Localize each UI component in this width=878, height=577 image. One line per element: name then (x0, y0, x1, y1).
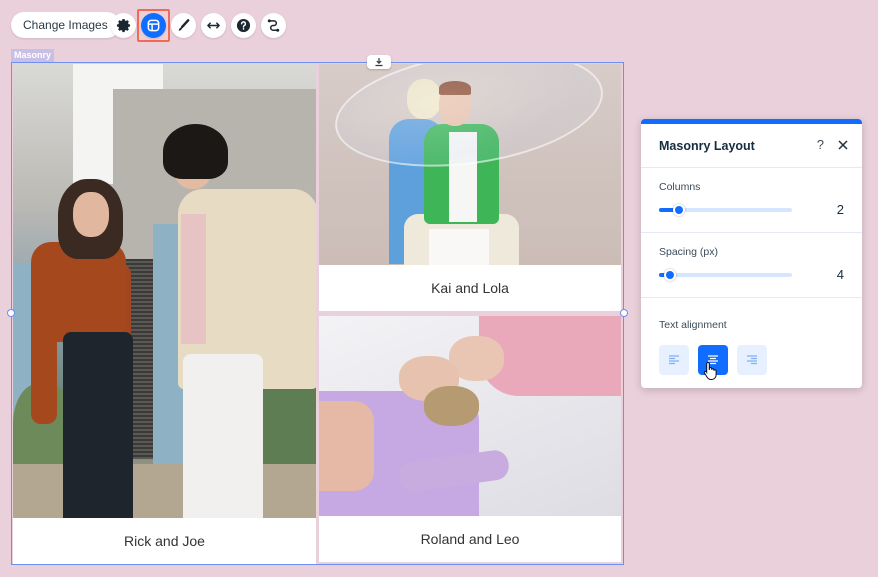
close-icon[interactable] (836, 138, 850, 152)
gallery-caption: Rick and Joe (124, 533, 205, 549)
settings-button[interactable] (111, 13, 136, 38)
masonry-gallery[interactable]: Rick and Joe Kai and Lola Roland and Leo (11, 62, 624, 565)
gallery-image (319, 316, 621, 516)
paintbrush-icon (178, 19, 190, 31)
panel-title: Masonry Layout (659, 138, 755, 153)
gallery-caption: Roland and Leo (420, 531, 520, 547)
hand-cursor-icon (703, 361, 717, 380)
columns-slider-thumb[interactable] (672, 204, 685, 216)
resize-handle-right[interactable] (620, 309, 628, 317)
align-right-button[interactable] (737, 345, 767, 375)
align-left-icon (669, 355, 679, 365)
spacing-slider-thumb[interactable] (663, 269, 676, 281)
download-icon (375, 58, 383, 67)
gallery-caption: Kai and Lola (431, 280, 509, 296)
design-button[interactable] (171, 13, 196, 38)
columns-label: Columns (659, 181, 701, 193)
align-left-button[interactable] (659, 345, 689, 375)
layout-button[interactable] (141, 13, 166, 38)
help-button[interactable] (231, 13, 256, 38)
columns-value[interactable]: 2 (837, 202, 844, 217)
animation-path-icon (267, 19, 280, 32)
text-alignment-label: Text alignment (659, 319, 727, 331)
spacing-value[interactable]: 4 (837, 267, 844, 282)
gallery-image (13, 64, 316, 518)
text-alignment-section: Text alignment (641, 298, 862, 388)
gear-icon (116, 18, 131, 33)
download-button[interactable] (367, 55, 391, 69)
resize-handle-left[interactable] (7, 309, 15, 317)
question-icon (236, 18, 251, 33)
animation-button[interactable] (261, 13, 286, 38)
layout-icon (147, 19, 160, 32)
masonry-layout-panel: Masonry Layout ? Columns 2 Spacing (px) … (641, 119, 862, 388)
panel-help-button[interactable]: ? (817, 137, 824, 152)
spacing-slider[interactable] (659, 269, 792, 281)
gallery-image (319, 64, 621, 265)
stretch-button[interactable] (201, 13, 226, 38)
change-images-button[interactable]: Change Images (11, 12, 120, 38)
columns-section: Columns 2 (641, 168, 862, 233)
horizontal-arrows-icon (207, 22, 220, 29)
align-right-icon (747, 355, 757, 365)
spacing-label: Spacing (px) (659, 246, 718, 258)
element-toolbar: Change Images (11, 12, 120, 38)
gallery-item[interactable]: Rick and Joe (13, 64, 316, 564)
spacing-section: Spacing (px) 4 (641, 233, 862, 298)
columns-slider[interactable] (659, 204, 792, 216)
gallery-item[interactable]: Kai and Lola (319, 64, 621, 311)
panel-header: Masonry Layout ? (641, 124, 862, 168)
gallery-item[interactable]: Roland and Leo (319, 316, 621, 562)
element-type-label: Masonry (11, 49, 55, 62)
